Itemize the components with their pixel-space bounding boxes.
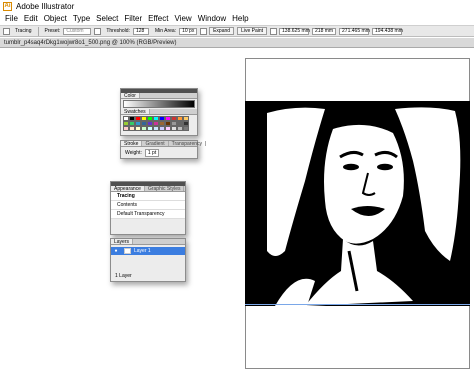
swatch-32[interactable] bbox=[183, 126, 189, 131]
document-tab[interactable]: tumblr_p4saq4rDkg1wojwr8o1_500.png @ 100… bbox=[0, 38, 474, 48]
menu-object[interactable]: Object bbox=[42, 14, 71, 23]
layer-thumbnail-icon bbox=[124, 248, 131, 254]
layer-name[interactable]: Layer 1 bbox=[134, 247, 151, 255]
weight-field[interactable]: 1 pt bbox=[144, 149, 160, 157]
reference-point-icon[interactable] bbox=[270, 27, 278, 35]
weight-label: Weight: bbox=[125, 150, 142, 156]
selection-bounding-line bbox=[245, 304, 470, 305]
appearance-item-transparency[interactable]: Default Transparency bbox=[111, 210, 185, 219]
window-title: Adobe Illustrator bbox=[16, 1, 75, 11]
tab-gradient[interactable]: Gradient bbox=[142, 141, 169, 147]
tab-transparency[interactable]: Transparency bbox=[169, 141, 207, 147]
expand-button[interactable]: Expand bbox=[209, 27, 235, 35]
width-field[interactable]: 271.465 mm bbox=[339, 27, 370, 35]
preset-label: Preset: bbox=[44, 28, 61, 34]
tab-layers[interactable]: Layers bbox=[111, 239, 134, 245]
live-paint-button[interactable]: Live Paint bbox=[237, 27, 268, 35]
menu-edit[interactable]: Edit bbox=[22, 14, 42, 23]
appearance-item-tracing[interactable]: Tracing bbox=[111, 192, 185, 201]
menu-select[interactable]: Select bbox=[94, 14, 122, 23]
layer-row[interactable]: ● Layer 1 bbox=[111, 247, 185, 255]
stroke-panel: Stroke Gradient Transparency Weight: 1 p… bbox=[120, 140, 207, 159]
show-options-icon[interactable] bbox=[200, 27, 208, 35]
min-area-field[interactable]: 10 px bbox=[179, 27, 198, 35]
divider bbox=[37, 26, 39, 36]
menu-bar: File Edit Object Type Select Filter Effe… bbox=[0, 12, 474, 25]
menu-help[interactable]: Help bbox=[230, 14, 252, 23]
menu-window[interactable]: Window bbox=[196, 14, 230, 23]
visibility-eye-icon[interactable]: ● bbox=[111, 247, 121, 255]
height-field[interactable]: 194.438 mm bbox=[372, 27, 403, 35]
menu-type[interactable]: Type bbox=[71, 14, 94, 23]
tab-stroke[interactable]: Stroke bbox=[121, 141, 143, 147]
x-field[interactable]: 138.625 mm bbox=[279, 27, 310, 35]
menu-filter[interactable]: Filter bbox=[122, 14, 146, 23]
traced-portrait bbox=[245, 101, 470, 306]
illustrator-logo-icon: Ai bbox=[3, 1, 12, 11]
stroke-panel-tabs: Stroke Gradient Transparency bbox=[121, 141, 207, 147]
min-area-label: Min Area: bbox=[154, 28, 177, 34]
appearance-panel: Appearance Graphic Styles Tracing Conten… bbox=[110, 181, 186, 235]
tracing-icon bbox=[3, 27, 10, 35]
threshold-field[interactable]: 128 bbox=[132, 27, 149, 35]
tab-graphic-styles[interactable]: Graphic Styles bbox=[145, 186, 185, 192]
object-type-label: Tracing bbox=[15, 28, 32, 34]
layers-footer: 1 Layer bbox=[115, 273, 132, 279]
tab-swatches[interactable]: Swatches bbox=[121, 109, 150, 115]
menu-view[interactable]: View bbox=[172, 14, 195, 23]
appearance-item-contents[interactable]: Contents bbox=[111, 201, 185, 210]
tracing-options-icon[interactable] bbox=[94, 27, 102, 35]
layers-panel-tabs: Layers bbox=[111, 239, 185, 245]
tab-color[interactable]: Color bbox=[121, 93, 140, 99]
swatch-grid bbox=[121, 115, 197, 132]
layers-panel: Layers ● Layer 1 1 Layer bbox=[110, 238, 186, 282]
preset-select[interactable]: Custom bbox=[63, 27, 92, 35]
y-field[interactable]: 218 mm bbox=[312, 27, 337, 35]
threshold-label: Threshold: bbox=[106, 28, 130, 34]
color-ramp[interactable] bbox=[123, 100, 195, 108]
control-bar: Tracing Preset: Custom Threshold: 128 Mi… bbox=[0, 25, 474, 37]
color-panel: Color Swatches bbox=[120, 88, 198, 136]
menu-effect[interactable]: Effect bbox=[146, 14, 172, 23]
color-panel-tabs: Color bbox=[121, 93, 197, 99]
traced-image-artwork[interactable] bbox=[245, 101, 470, 306]
title-bar: Ai Adobe Illustrator bbox=[0, 0, 474, 12]
tab-appearance[interactable]: Appearance bbox=[111, 186, 145, 192]
menu-file[interactable]: File bbox=[3, 14, 22, 23]
